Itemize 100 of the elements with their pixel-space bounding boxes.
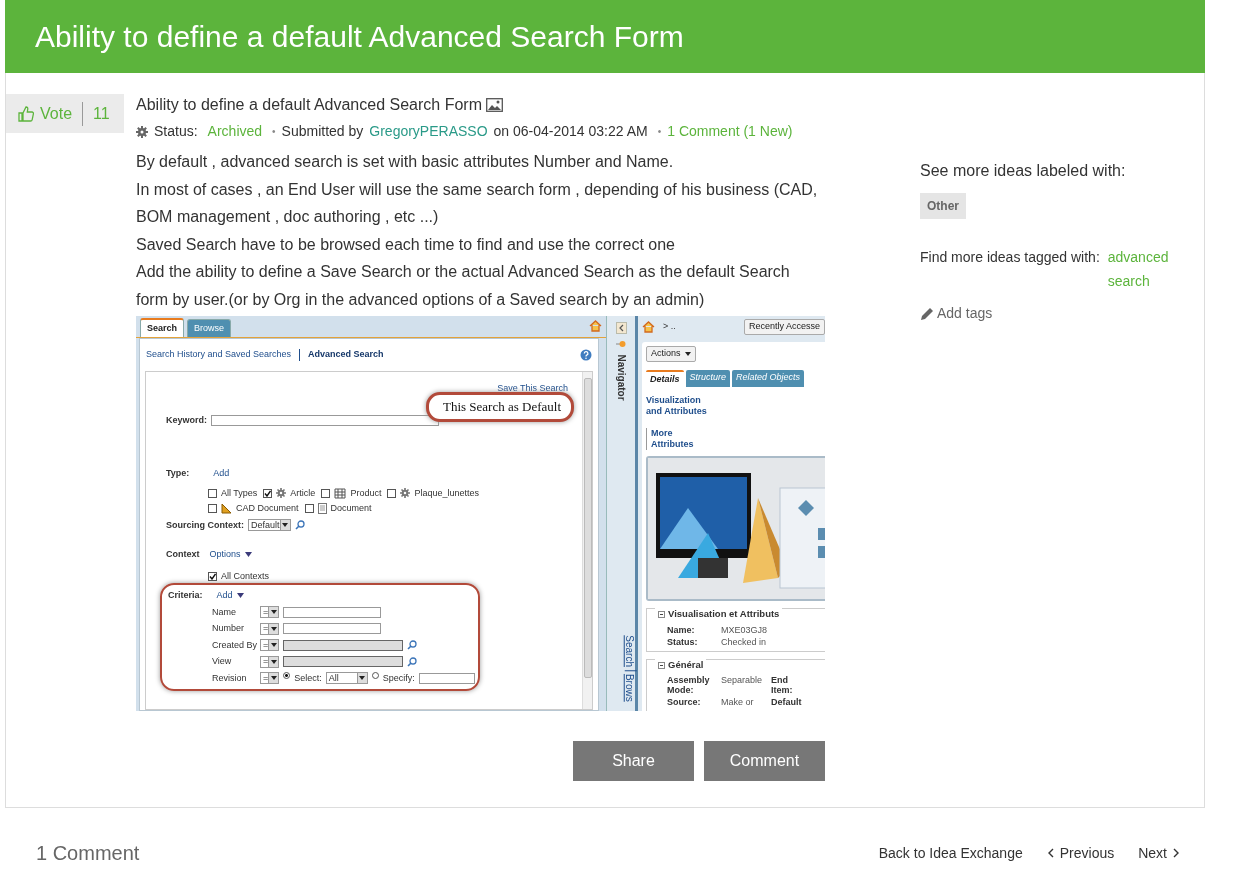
radio-label: Select: <box>294 671 322 685</box>
chevron-right-icon <box>1172 848 1180 858</box>
magnifier-icon[interactable] <box>407 656 418 667</box>
operator-select[interactable]: = <box>260 606 280 619</box>
comment-count: 1 Comment <box>36 841 140 866</box>
collapse-icon[interactable] <box>658 661 665 669</box>
keyword-field[interactable] <box>211 414 439 426</box>
operator-select[interactable]: = <box>260 622 280 635</box>
collapse-panel-icon[interactable] <box>615 322 627 334</box>
submitted-label: Submitted by <box>281 122 364 141</box>
context-select[interactable]: Default <box>248 519 291 532</box>
scrollbar[interactable] <box>582 372 592 709</box>
status-icon <box>136 125 148 138</box>
field-label: Context <box>166 548 200 561</box>
idea-title: Ability to define a default Advanced Search Form <box>136 95 482 115</box>
field-label: Type: <box>166 467 190 480</box>
chevron-left-icon <box>1046 848 1055 858</box>
checkbox[interactable] <box>208 488 217 498</box>
type-label: CAD Document <box>236 502 299 515</box>
revision-select[interactable]: All <box>325 672 368 685</box>
operator-select[interactable]: = <box>260 655 280 668</box>
app-link[interactable]: Advanced Search <box>308 348 384 362</box>
separator-dot: • <box>272 125 276 139</box>
checkbox[interactable] <box>387 488 397 498</box>
criteria-field[interactable] <box>283 639 404 651</box>
next-link[interactable]: Next <box>1138 842 1180 864</box>
dropdown-arrow-icon[interactable] <box>359 676 366 681</box>
criteria-label: Name <box>212 605 237 619</box>
nav-link[interactable]: Brows <box>621 673 637 702</box>
criteria-label: Created By <box>212 638 256 652</box>
nav-link[interactable]: Search <box>621 635 637 667</box>
back-link[interactable]: Back to Idea Exchange <box>878 842 1023 864</box>
caret-icon <box>244 552 252 558</box>
app-tab[interactable]: Browse <box>187 318 232 337</box>
field-label: Keyword: <box>166 413 207 427</box>
image-icon <box>486 98 503 112</box>
breadcrumb[interactable]: > .. <box>663 320 676 334</box>
dropdown-arrow-icon[interactable] <box>270 626 277 631</box>
dropdown-arrow-icon[interactable] <box>270 676 277 681</box>
add-tags-link[interactable]: Add tags <box>937 303 993 324</box>
checkbox[interactable] <box>321 488 331 498</box>
status-label: Status: <box>154 122 198 141</box>
operator-select[interactable]: = <box>260 639 280 652</box>
pencil-icon <box>920 306 934 321</box>
options-link[interactable]: Options <box>209 548 241 562</box>
home-icon[interactable] <box>642 321 655 333</box>
magnifier-icon[interactable] <box>294 520 305 531</box>
dropdown-arrow-icon[interactable] <box>282 523 289 528</box>
add-link[interactable]: Add <box>213 467 230 481</box>
recent-button[interactable]: Recently Accesse <box>743 319 825 335</box>
criteria-label: View <box>212 655 233 668</box>
add-link[interactable]: Add <box>216 589 233 603</box>
collapse-icon[interactable] <box>658 611 665 618</box>
home-icon[interactable] <box>589 320 602 332</box>
idea-paragraph: In most of cases , an End User will use the same search form , depending of his business (CAD, BOM management , doc authoring , etc ...) <box>136 179 819 227</box>
callout-label: This Search as Default <box>425 392 574 422</box>
magnifier-icon[interactable] <box>407 640 418 651</box>
operator-select[interactable]: = <box>260 672 280 685</box>
actions-button[interactable]: Actions <box>646 346 696 362</box>
criteria-field[interactable] <box>283 606 382 618</box>
detail-link[interactable]: Visualization and Attributes <box>646 395 708 417</box>
help-icon[interactable] <box>580 349 592 361</box>
checkbox[interactable] <box>263 488 273 498</box>
field-label: End Item: <box>771 675 794 695</box>
field-label: Assembly Mode: <box>667 675 711 695</box>
field-label: Sourcing Context: <box>166 518 244 532</box>
dropdown-arrow-icon[interactable] <box>270 643 277 648</box>
checkbox[interactable] <box>208 571 217 581</box>
detail-tab[interactable]: Related Objects <box>732 369 805 387</box>
idea-paragraph: Add the ability to define a Save Search or the actual Advanced Search as the default Search form by user.(or by Org in the advanced options of a Saved search by an admin) <box>136 262 791 310</box>
caret-icon <box>236 593 244 599</box>
field-label: Default <box>771 697 801 707</box>
checkbox[interactable] <box>304 504 314 514</box>
action-button[interactable]: Comment <box>704 741 825 781</box>
dropdown-arrow-icon[interactable] <box>684 351 691 356</box>
criteria-field[interactable] <box>283 623 382 635</box>
product-structure-icon <box>334 487 347 499</box>
checkbox[interactable] <box>208 504 217 514</box>
radio-button[interactable] <box>371 671 379 679</box>
radio-label: Specify: <box>382 671 415 685</box>
label-tag[interactable]: Other <box>920 193 966 219</box>
radio-button[interactable] <box>283 671 291 679</box>
criteria-field[interactable] <box>283 656 404 668</box>
criteria-label: Number <box>212 622 245 635</box>
sidebar-text: Find more ideas tagged with: <box>920 249 1100 265</box>
app-link[interactable]: Search History and Saved Searches <box>146 348 292 362</box>
type-label: Article <box>290 486 316 500</box>
field-value: MXE03GJ8 <box>721 624 765 635</box>
author-link[interactable]: GregoryPERASSO <box>369 121 488 142</box>
dropdown-arrow-icon[interactable] <box>270 610 277 615</box>
checkbox-label: All Contexts <box>221 569 270 583</box>
specify-field[interactable] <box>418 672 475 684</box>
criteria-label: Revision <box>212 671 248 685</box>
previous-link[interactable]: Previous <box>1046 842 1115 864</box>
app-tab[interactable]: Search <box>140 317 185 337</box>
dropdown-arrow-icon[interactable] <box>270 659 277 664</box>
action-button[interactable]: Share <box>573 741 694 781</box>
gear-icon <box>276 488 287 499</box>
detail-tab[interactable]: Structure <box>685 369 731 387</box>
field-value: Make or <box>721 697 755 707</box>
